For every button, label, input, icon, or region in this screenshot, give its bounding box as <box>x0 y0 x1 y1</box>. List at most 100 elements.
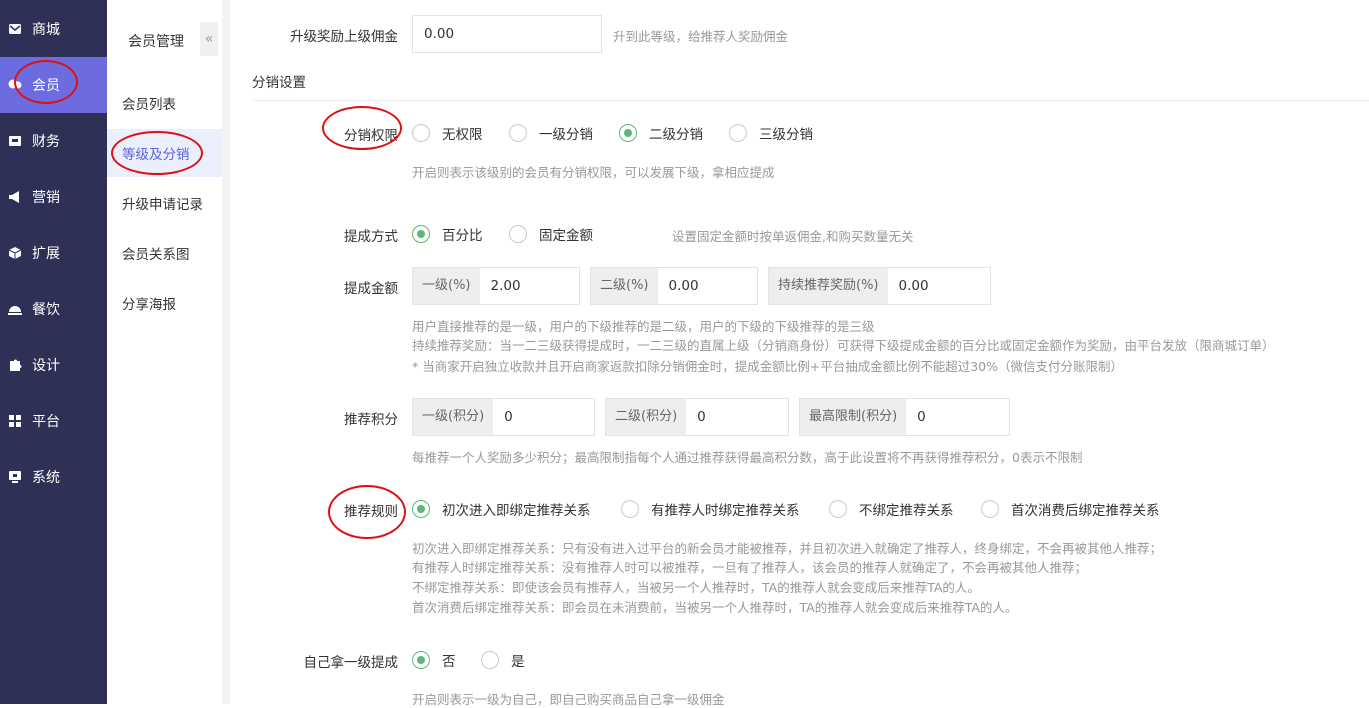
rule-option-no-bind[interactable]: 不绑定推荐关系 <box>829 499 954 519</box>
nav-label: 扩展 <box>32 246 60 262</box>
points-hint: 每推荐一个人奖励多少积分；最高限制指每个人通过推荐获得最高积分数，高于此设置将不… <box>412 450 1083 465</box>
permission-option-level1[interactable]: 一级分销 <box>509 123 593 143</box>
input-addon: 二级(积分) <box>606 399 687 435</box>
radio-label: 是 <box>511 654 525 670</box>
rule-hint-2: 有推荐人时绑定推荐关系：没有推荐人时可以被推荐，一旦有了推荐人，该会员的推荐人就… <box>412 560 1088 575</box>
radio-label: 首次消费后绑定推荐关系 <box>1011 503 1160 519</box>
permission-option-level3[interactable]: 三级分销 <box>729 123 813 143</box>
commission-level1-group: 一级(%) 2.00 <box>412 267 580 305</box>
nav-label: 营销 <box>32 190 60 206</box>
nav-item-marketing[interactable]: 营销 <box>0 169 107 225</box>
radio-circle <box>412 225 430 243</box>
rule-label: 推荐规则 <box>344 504 398 520</box>
self-commission-label: 自己拿一级提成 <box>303 655 399 671</box>
permission-option-level2[interactable]: 二级分销 <box>619 123 703 143</box>
radio-label: 三级分销 <box>759 127 813 143</box>
self-commission-yes[interactable]: 是 <box>481 650 525 670</box>
upgrade-reward-label: 升级奖励上级佣金 <box>290 29 398 45</box>
rule-option-first-purchase[interactable]: 首次消费后绑定推荐关系 <box>981 499 1160 519</box>
radio-circle <box>829 500 847 518</box>
nav-label: 财务 <box>32 134 60 150</box>
input-addon: 二级(%) <box>591 268 658 304</box>
radio-circle <box>412 500 430 518</box>
nav-item-mall[interactable]: 商城 <box>0 1 107 57</box>
radio-label: 一级分销 <box>539 127 593 143</box>
input-addon: 一级(%) <box>413 268 480 304</box>
wallet-icon <box>8 134 22 148</box>
nav-item-catering[interactable]: 餐饮 <box>0 281 107 337</box>
commission-hint-2: 持续推荐奖励：当一二三级获得提成时，一二三级的直属上级（分销商身份）可获得下级提… <box>412 338 1275 353</box>
nav-item-platform[interactable]: 平台 <box>0 393 107 449</box>
permission-option-none[interactable]: 无权限 <box>412 123 483 143</box>
panel-divider <box>222 0 230 704</box>
nav-label: 餐饮 <box>32 302 60 318</box>
self-commission-no[interactable]: 否 <box>412 650 456 670</box>
submenu-item-share-poster[interactable]: 分享海报 <box>107 279 222 327</box>
nav-item-design[interactable]: 设计 <box>0 337 107 393</box>
commission-mode-label: 提成方式 <box>344 229 398 245</box>
nav-label: 商城 <box>32 22 60 38</box>
radio-circle <box>412 651 430 669</box>
rule-hint-1: 初次进入即绑定推荐关系：只有没有进入过平台的新会员才能被推荐，并且初次进入就确定… <box>412 541 1163 556</box>
points-max-group: 最高限制(积分) 0 <box>799 398 1010 436</box>
points-level2-group: 二级(积分) 0 <box>605 398 789 436</box>
points-label: 推荐积分 <box>344 412 398 428</box>
commission-amount-label: 提成金额 <box>344 281 398 297</box>
points-max-input[interactable]: 0 <box>906 399 1009 435</box>
radio-circle <box>619 124 637 142</box>
grid-icon <box>8 414 22 428</box>
radio-circle <box>981 500 999 518</box>
puzzle-icon <box>8 358 22 372</box>
radio-circle <box>509 225 527 243</box>
nav-label: 系统 <box>32 470 60 486</box>
megaphone-icon <box>8 190 22 204</box>
upgrade-reward-input[interactable]: 0.00 <box>412 15 602 53</box>
dish-icon <box>8 302 22 316</box>
radio-circle <box>412 124 430 142</box>
submenu-title: 会员管理 <box>128 34 184 50</box>
submenu-item-relation-graph[interactable]: 会员关系图 <box>107 229 222 277</box>
radio-label: 二级分销 <box>649 127 703 143</box>
commission-hint-3: * 当商家开启独立收款并且开启商家返款扣除分销佣金时，提成金额比例+平台抽成金额… <box>412 359 1123 374</box>
input-addon: 一级(积分) <box>413 399 494 435</box>
cube-icon <box>8 246 22 260</box>
radio-circle <box>509 124 527 142</box>
nav-label: 设计 <box>32 358 60 374</box>
nav-item-system[interactable]: 系统 <box>0 449 107 505</box>
monitor-icon <box>8 470 22 484</box>
radio-label: 百分比 <box>442 228 483 244</box>
permission-hint: 开启则表示该级别的会员有分销权限，可以发展下级，拿相应提成 <box>412 165 775 180</box>
nav-label: 平台 <box>32 414 60 430</box>
commission-mode-fixed[interactable]: 固定金额 <box>509 224 593 244</box>
points-level1-input[interactable]: 0 <box>493 399 594 435</box>
commission-level2-input[interactable]: 0.00 <box>657 268 757 304</box>
nav-item-extension[interactable]: 扩展 <box>0 225 107 281</box>
member-icon <box>8 78 22 92</box>
mail-icon <box>8 22 22 36</box>
commission-mode-hint: 设置固定金额时按单返佣金,和购买数量无关 <box>672 229 914 244</box>
main-nav: 商城 会员 财务 营销 扩展 餐饮 设计 平台 系统 <box>0 0 107 704</box>
commission-hint-1: 用户直接推荐的是一级，用户的下级推荐的是二级，用户的下级的下级推荐的是三级 <box>412 319 875 334</box>
radio-label: 不绑定推荐关系 <box>859 503 954 519</box>
radio-circle <box>621 500 639 518</box>
input-addon: 最高限制(积分) <box>800 399 907 435</box>
nav-item-finance[interactable]: 财务 <box>0 113 107 169</box>
commission-continuous-input[interactable]: 0.00 <box>887 268 990 304</box>
collapse-button[interactable]: « <box>200 22 218 56</box>
radio-label: 固定金额 <box>539 228 593 244</box>
submenu-item-upgrade-records[interactable]: 升级申请记录 <box>107 179 222 227</box>
rule-option-has-referrer[interactable]: 有推荐人时绑定推荐关系 <box>621 499 800 519</box>
submenu-item-member-list[interactable]: 会员列表 <box>107 79 222 127</box>
radio-label: 初次进入即绑定推荐关系 <box>442 503 591 519</box>
self-commission-hint: 开启则表示一级为自己，即自己购买商品自己拿一级佣金 <box>412 692 725 707</box>
points-level2-input[interactable]: 0 <box>686 399 788 435</box>
rule-option-first-enter[interactable]: 初次进入即绑定推荐关系 <box>412 499 591 519</box>
radio-label: 有推荐人时绑定推荐关系 <box>651 503 800 519</box>
submenu-item-level-distribution[interactable]: 等级及分销 <box>107 129 222 177</box>
points-level1-group: 一级(积分) 0 <box>412 398 595 436</box>
section-divider <box>252 100 1369 101</box>
radio-circle <box>729 124 747 142</box>
commission-level1-input[interactable]: 2.00 <box>479 268 579 304</box>
commission-mode-percent[interactable]: 百分比 <box>412 224 483 244</box>
nav-item-member[interactable]: 会员 <box>0 57 107 113</box>
